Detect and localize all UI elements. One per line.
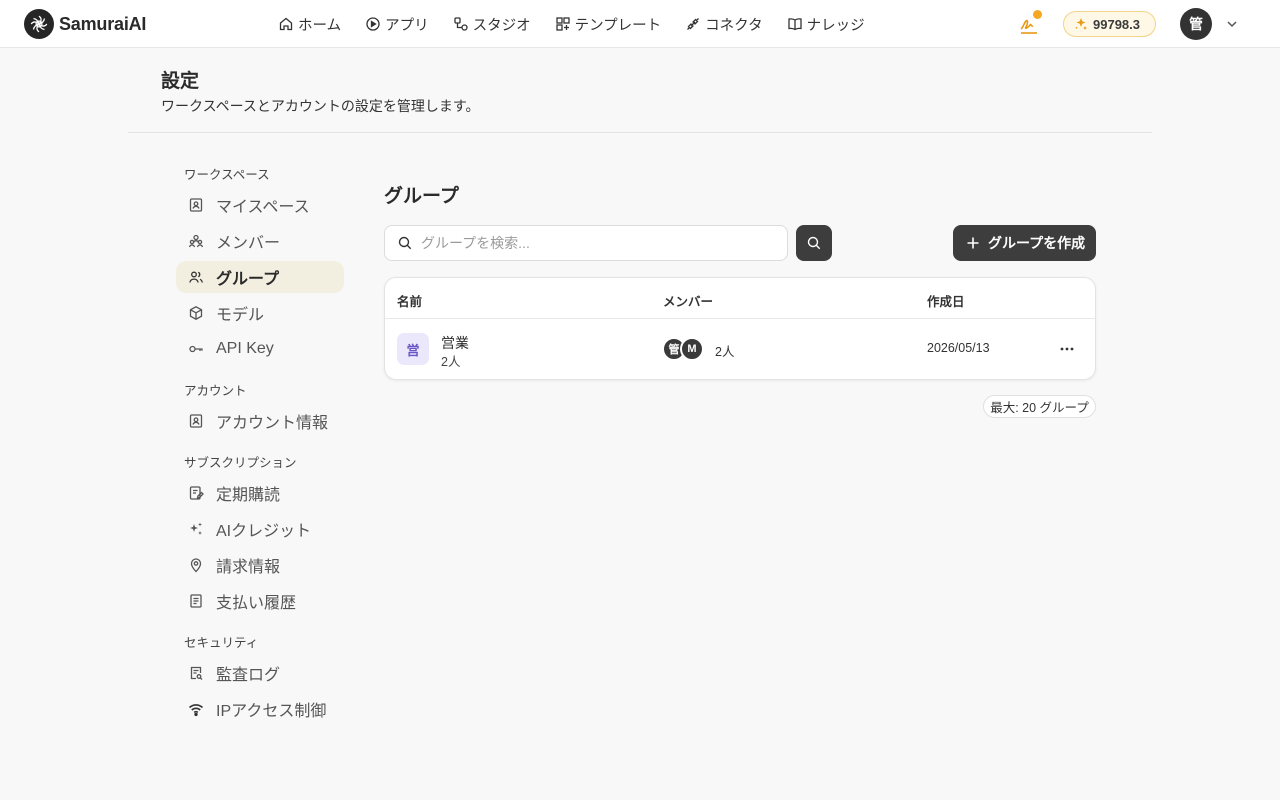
- sidebar-item-groups[interactable]: グループ: [176, 261, 344, 293]
- sidebar-item-label: メンバー: [216, 235, 281, 252]
- subscription-icon: [188, 485, 204, 501]
- sidebar-item-label: 請求情報: [216, 559, 281, 576]
- sidebar-item-ai-credit[interactable]: AIクレジット: [176, 513, 344, 545]
- divider: [128, 132, 1152, 133]
- create-group-label: グループを作成: [988, 235, 1086, 251]
- sidebar-section-account: アカウント: [184, 384, 247, 398]
- nav-label: コネクタ: [705, 17, 763, 34]
- chevron-down-icon[interactable]: [1225, 17, 1239, 31]
- sidebar-item-members[interactable]: メンバー: [176, 225, 344, 257]
- group-avatar: 営: [397, 333, 429, 365]
- page-subtitle: ワークスペースとアカウントの設定を管理します。: [161, 98, 480, 114]
- create-group-button[interactable]: グループを作成: [953, 225, 1096, 261]
- wifi-icon: [188, 701, 204, 717]
- sidebar-section-workspace: ワークスペース: [184, 168, 270, 182]
- created-date: 2026/05/13: [927, 341, 990, 355]
- column-header-name: 名前: [397, 295, 423, 309]
- member-avatar: M: [680, 337, 704, 361]
- search-input[interactable]: [421, 235, 761, 251]
- sidebar-item-label: IPアクセス制御: [216, 703, 327, 720]
- nav-item-home[interactable]: ホーム: [278, 0, 341, 48]
- main-nav: ホーム アプリ スタジオ テンプレート コネクタ ナレッジ: [278, 0, 889, 48]
- search-icon: [397, 235, 413, 251]
- nav-item-templates[interactable]: テンプレート: [555, 0, 662, 48]
- group-limit-badge: 最大: 20 グループ: [983, 395, 1096, 418]
- sidebar-item-ip-access[interactable]: IPアクセス制御: [176, 693, 344, 725]
- user-avatar[interactable]: 管: [1180, 8, 1212, 40]
- sidebar-item-label: 支払い履歴: [216, 595, 297, 612]
- member-count: 2人: [715, 345, 735, 359]
- nav-item-connectors[interactable]: コネクタ: [685, 0, 763, 48]
- search-icon: [806, 235, 822, 251]
- sidebar-item-label: モデル: [216, 307, 265, 324]
- members-icon: [188, 233, 204, 249]
- audit-log-icon: [188, 665, 204, 681]
- studio-icon: [453, 16, 469, 32]
- sidebar-item-account-info[interactable]: アカウント情報: [176, 405, 344, 437]
- top-navigation-bar: SamuraiAI ホーム アプリ スタジオ テンプレート コネクタ ナレッジ …: [0, 0, 1280, 48]
- group-search-field[interactable]: [384, 225, 788, 261]
- section-title: グループ: [384, 186, 459, 207]
- sidebar-item-payment-history[interactable]: 支払い履歴: [176, 585, 344, 617]
- brand-logo[interactable]: SamuraiAI: [24, 9, 146, 39]
- more-options-icon[interactable]: [1057, 339, 1077, 359]
- column-header-created: 作成日: [927, 295, 965, 309]
- brand-name: SamuraiAI: [59, 13, 147, 34]
- template-icon: [555, 16, 571, 32]
- group-member-count: 2人: [441, 355, 461, 369]
- nav-label: アプリ: [385, 17, 429, 34]
- sidebar-item-label: グループ: [216, 271, 280, 288]
- notification-dot: [1033, 10, 1042, 19]
- samurai-logo-icon: [24, 9, 54, 39]
- sidebar-item-label: アカウント情報: [216, 415, 329, 432]
- notification-button[interactable]: [1018, 10, 1042, 36]
- sidebar-item-label: 監査ログ: [216, 667, 281, 684]
- sidebar-item-label: API Key: [216, 340, 274, 357]
- sidebar-item-label: AIクレジット: [216, 523, 312, 540]
- book-icon: [787, 16, 803, 32]
- key-icon: [188, 341, 204, 357]
- sidebar-section-security: セキュリティ: [184, 636, 259, 650]
- sidebar-item-my-space[interactable]: マイスペース: [176, 189, 344, 221]
- sidebar-item-subscription[interactable]: 定期購読: [176, 477, 344, 509]
- location-pin-icon: [188, 557, 204, 573]
- groups-table: 名前 メンバー 作成日 営 営業 2人 管 M 2人 2026/05/13: [384, 277, 1096, 380]
- table-header: 名前 メンバー 作成日: [385, 278, 1095, 319]
- plus-icon: [966, 236, 980, 250]
- page-title: 設定: [161, 71, 200, 92]
- group-name: 営業: [441, 335, 469, 351]
- cube-icon: [188, 305, 204, 321]
- nav-item-apps[interactable]: アプリ: [365, 0, 429, 48]
- sidebar-item-label: マイスペース: [216, 199, 310, 216]
- nav-label: スタジオ: [472, 17, 531, 34]
- user-card-icon: [188, 413, 204, 429]
- sparkle-icon: [188, 521, 204, 537]
- table-row[interactable]: 営 営業 2人 管 M 2人 2026/05/13: [385, 319, 1095, 379]
- column-header-members: メンバー: [663, 295, 714, 309]
- nav-label: ナレッジ: [806, 17, 865, 34]
- sidebar-item-label: 定期購読: [216, 487, 281, 504]
- sidebar-item-billing[interactable]: 請求情報: [176, 549, 344, 581]
- credit-amount: 99798.3: [1093, 16, 1140, 32]
- connector-icon: [685, 16, 701, 32]
- nav-item-studio[interactable]: スタジオ: [453, 0, 531, 48]
- credit-balance-badge[interactable]: 99798.3: [1063, 11, 1156, 37]
- sidebar-item-audit-log[interactable]: 監査ログ: [176, 657, 344, 689]
- nav-label: ホーム: [298, 17, 342, 34]
- search-button[interactable]: [796, 225, 832, 261]
- sidebar-section-subscription: サブスクリプション: [184, 456, 297, 470]
- group-icon: [188, 269, 204, 285]
- user-card-icon: [188, 197, 204, 213]
- sidebar-item-models[interactable]: モデル: [176, 297, 344, 329]
- home-icon: [278, 16, 294, 32]
- app-icon: [365, 16, 381, 32]
- sidebar-item-api-key[interactable]: API Key: [176, 333, 344, 365]
- sparkle-icon: [1074, 17, 1088, 31]
- nav-item-knowledge[interactable]: ナレッジ: [787, 0, 865, 48]
- receipt-icon: [188, 593, 204, 609]
- nav-label: テンプレート: [574, 17, 662, 34]
